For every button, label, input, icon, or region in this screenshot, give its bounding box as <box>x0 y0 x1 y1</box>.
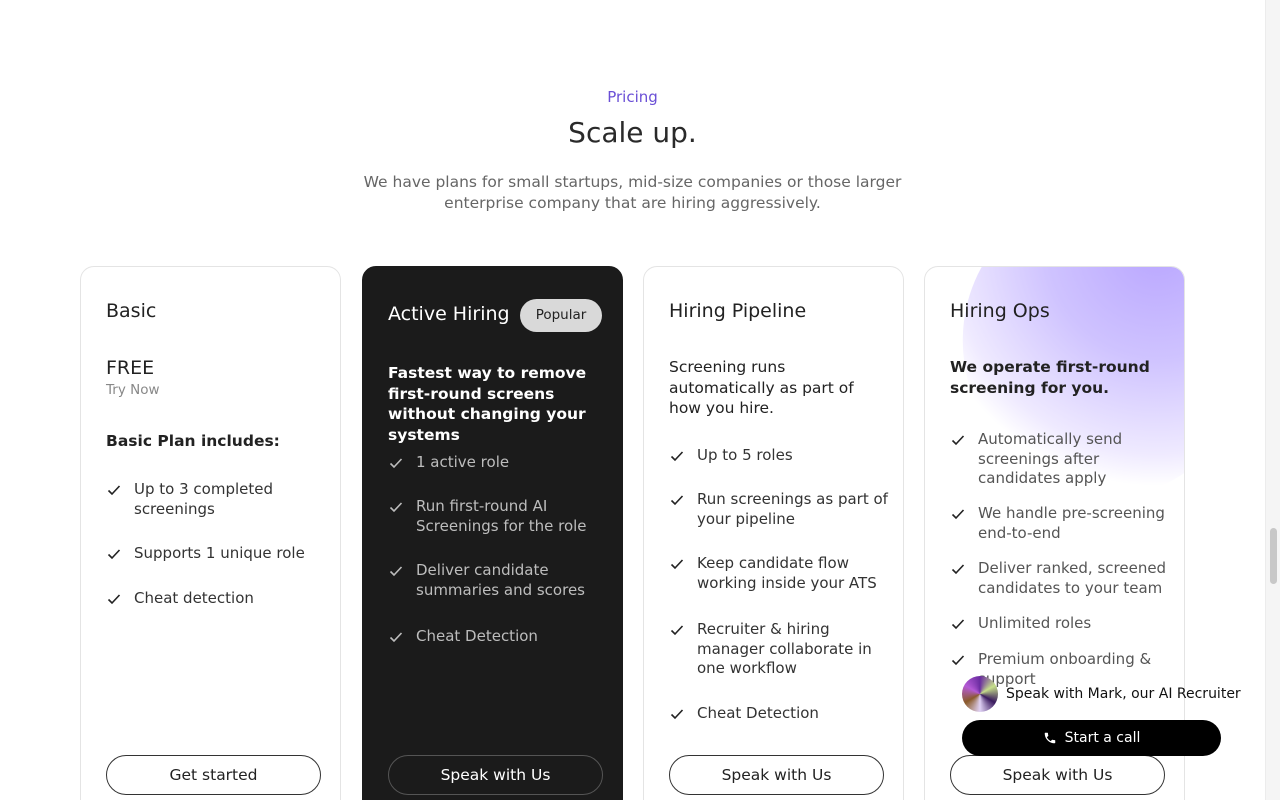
feature-text: Cheat Detection <box>416 627 538 645</box>
check-icon <box>951 509 965 520</box>
feature-text: We handle pre-screening end-to-end <box>978 504 1165 542</box>
plan-name: Active Hiring <box>388 303 510 325</box>
plan-price: FREE <box>106 357 155 379</box>
feature-text: Run first-round AI Screenings for the ro… <box>416 497 587 535</box>
feature-item: Deliver ranked, screened candidates to y… <box>950 559 1180 598</box>
plan-name: Hiring Pipeline <box>669 300 807 322</box>
feature-item: Recruiter & hiring manager collaborate i… <box>669 620 899 679</box>
feature-text: Supports 1 unique role <box>134 544 305 562</box>
start-call-button[interactable]: Start a call <box>962 720 1221 756</box>
feature-text: Unlimited roles <box>978 614 1092 632</box>
feature-text: Automatically send screenings after cand… <box>978 430 1123 487</box>
plan-includes-label: Basic Plan includes: <box>106 432 280 450</box>
feature-item: Cheat Detection <box>388 627 618 647</box>
check-icon <box>951 619 965 630</box>
feature-item: Cheat Detection <box>669 704 899 724</box>
check-icon <box>951 564 965 575</box>
check-icon <box>389 458 403 469</box>
feature-item: Unlimited roles <box>950 614 1180 634</box>
feature-item: Keep candidate flow working inside your … <box>669 554 899 593</box>
check-icon <box>670 451 684 462</box>
feature-item: Supports 1 unique role <box>106 544 336 564</box>
check-icon <box>107 594 121 605</box>
plan-lead: Screening runs automatically as part of … <box>669 358 854 417</box>
feature-text: Up to 3 completed screenings <box>134 480 273 518</box>
start-call-label: Start a call <box>1064 730 1141 746</box>
section-title: Scale up. <box>568 116 697 149</box>
plan-card-hiring-pipeline: Hiring Pipeline Screening runs automatic… <box>643 266 904 800</box>
plan-card-basic: Basic FREE Try Now Basic Plan includes: … <box>80 266 341 800</box>
plan-card-active-hiring: Active Hiring Popular Fastest way to rem… <box>362 266 623 800</box>
speak-with-us-button[interactable]: Speak with Us <box>669 755 884 795</box>
check-icon <box>951 435 965 446</box>
get-started-button[interactable]: Get started <box>106 755 321 795</box>
feature-item: Automatically send screenings after cand… <box>950 430 1180 489</box>
feature-text: Keep candidate flow working inside your … <box>697 554 877 592</box>
feature-text: Cheat detection <box>134 589 254 607</box>
feature-item: Up to 5 roles <box>669 446 899 466</box>
widget-label: Speak with Mark, our AI Recruiter <box>1006 686 1241 702</box>
feature-item: Deliver candidate summaries and scores <box>388 561 618 600</box>
check-icon <box>670 709 684 720</box>
scrollbar-thumb[interactable] <box>1270 528 1277 584</box>
feature-text: Up to 5 roles <box>697 446 793 464</box>
feature-text: Deliver candidate summaries and scores <box>416 561 585 599</box>
feature-item: Up to 3 completed screenings <box>106 480 336 519</box>
feature-text: Deliver ranked, screened candidates to y… <box>978 559 1167 597</box>
feature-item: Run first-round AI Screenings for the ro… <box>388 497 618 536</box>
feature-item: Run screenings as part of your pipeline <box>669 490 899 529</box>
feature-text: Run screenings as part of your pipeline <box>697 490 888 528</box>
check-icon <box>389 566 403 577</box>
check-icon <box>951 655 965 666</box>
feature-text: Cheat Detection <box>697 704 819 722</box>
pricing-eyebrow: Pricing <box>607 88 658 106</box>
recruiter-avatar <box>962 676 998 712</box>
page-scrollbar[interactable] <box>1265 0 1280 800</box>
section-subtitle: We have plans for small startups, mid-si… <box>363 173 902 212</box>
feature-text: 1 active role <box>416 453 510 471</box>
feature-item: 1 active role <box>388 453 618 473</box>
speak-with-us-button[interactable]: Speak with Us <box>388 755 603 795</box>
phone-icon <box>1044 732 1055 744</box>
plan-price-note: Try Now <box>106 382 160 398</box>
plan-lead: We operate first-round screening for you… <box>950 358 1150 397</box>
popular-badge: Popular <box>520 299 602 332</box>
feature-item: Cheat detection <box>106 589 336 609</box>
feature-item: We handle pre-screening end-to-end <box>950 504 1180 543</box>
plan-name: Basic <box>106 300 157 322</box>
feature-text: Premium onboarding & support <box>978 650 1152 688</box>
check-icon <box>670 625 684 636</box>
plan-lead: Fastest way to remove first-round screen… <box>388 364 587 444</box>
check-icon <box>107 485 121 496</box>
check-icon <box>107 549 121 560</box>
check-icon <box>389 632 403 643</box>
speak-with-us-button[interactable]: Speak with Us <box>950 755 1165 795</box>
feature-text: Recruiter & hiring manager collaborate i… <box>697 620 872 677</box>
plan-name: Hiring Ops <box>950 300 1050 322</box>
check-icon <box>670 559 684 570</box>
check-icon <box>670 495 684 506</box>
check-icon <box>389 502 403 513</box>
